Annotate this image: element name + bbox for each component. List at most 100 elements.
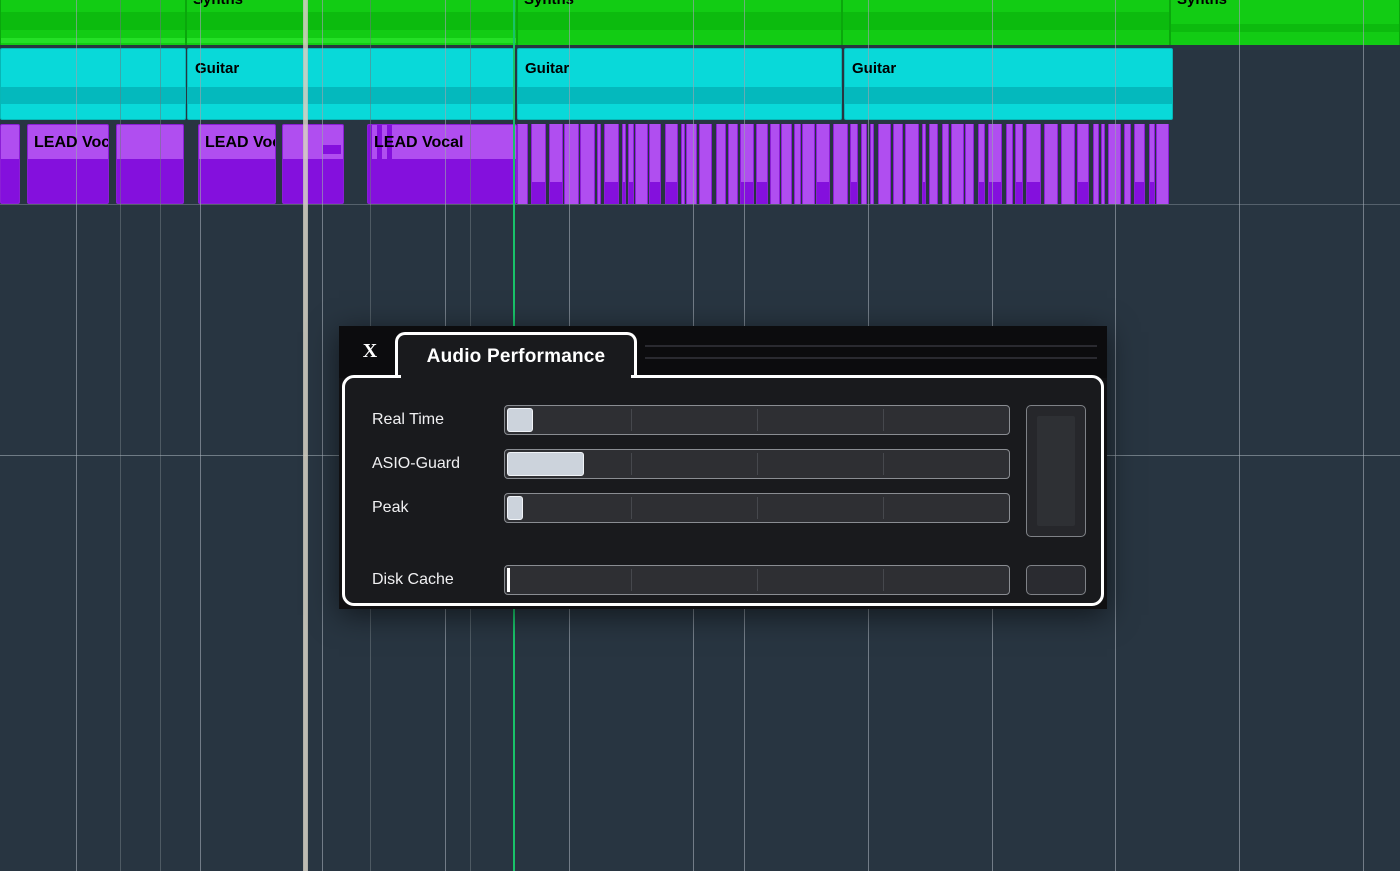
clip-lead-vocal[interactable] xyxy=(1061,124,1075,204)
clip-lead-vocal[interactable] xyxy=(628,124,634,204)
clip-waveform xyxy=(1,12,185,30)
clip-label: Synths xyxy=(524,0,574,8)
clip-lead-vocal[interactable] xyxy=(1101,124,1105,204)
clip-label: LEAD Vocal xyxy=(374,134,464,151)
clip-lead-vocal[interactable] xyxy=(699,124,712,204)
clip-lead-vocal[interactable] xyxy=(893,124,903,204)
clip-waveform xyxy=(1016,182,1022,204)
clip-lead-vocal[interactable] xyxy=(1134,124,1145,204)
clip-lead-vocal[interactable] xyxy=(861,124,867,204)
clip-synths[interactable]: Synths xyxy=(1170,0,1400,45)
clip-waveform xyxy=(843,12,1169,30)
clip-waveform-lower xyxy=(187,38,306,43)
clip-guitar[interactable]: Guitar xyxy=(517,48,842,120)
clip-lead-vocal[interactable] xyxy=(549,124,563,204)
close-icon[interactable]: X xyxy=(353,335,387,367)
clip-lead-vocal[interactable] xyxy=(517,124,528,204)
clip-lead-vocal[interactable] xyxy=(728,124,738,204)
clip-lead-vocal[interactable] xyxy=(622,124,626,204)
clip-lead-vocal[interactable] xyxy=(580,124,595,204)
clip-lead-vocal[interactable] xyxy=(878,124,891,204)
clip-synths[interactable]: Synths xyxy=(517,0,842,45)
clip-waveform xyxy=(518,12,841,30)
clip-lead-vocal[interactable] xyxy=(665,124,678,204)
clip-lead-vocal[interactable] xyxy=(951,124,964,204)
clip-lead-vocal[interactable] xyxy=(770,124,780,204)
clip-waveform xyxy=(666,182,677,204)
clip-lead-vocal[interactable] xyxy=(781,124,792,204)
clip-lead-vocal[interactable] xyxy=(564,124,579,204)
clip-lead-vocal[interactable] xyxy=(965,124,974,204)
clip-lead-vocal[interactable] xyxy=(1156,124,1169,204)
clip-lead-vocal[interactable] xyxy=(1044,124,1058,204)
audio-performance-window[interactable]: X Audio Performance Real Time ASIO-Guard… xyxy=(339,326,1107,609)
clip-lead-vocal[interactable] xyxy=(686,124,697,204)
disk-cache-indicator[interactable] xyxy=(1026,565,1086,595)
clip-lead-vocal[interactable] xyxy=(597,124,601,204)
clip-lead-vocal[interactable]: LEAD Vocal xyxy=(367,124,517,204)
meter-asio-guard[interactable] xyxy=(504,449,1010,479)
clip-lead-vocal[interactable] xyxy=(1124,124,1131,204)
clip-waveform-block xyxy=(368,125,372,203)
meter-real-time[interactable] xyxy=(504,405,1010,435)
meter-fill-disk-cache xyxy=(507,568,510,592)
clip-lead-vocal[interactable] xyxy=(1015,124,1023,204)
clip-lead-vocal[interactable] xyxy=(929,124,938,204)
clip-synths[interactable]: Synths xyxy=(186,0,307,45)
clip-lead-vocal[interactable] xyxy=(0,124,20,204)
tab-audio-performance[interactable]: Audio Performance xyxy=(395,332,637,378)
clip-lead-vocal[interactable] xyxy=(978,124,985,204)
clip-lead-vocal[interactable]: LEAD Vocal xyxy=(27,124,109,204)
clip-guitar[interactable] xyxy=(0,48,186,120)
clip-lead-vocal[interactable] xyxy=(604,124,619,204)
track-lane-synths: Synths Synths Synths xyxy=(0,0,1400,45)
clip-waveform xyxy=(199,159,275,203)
clip-lead-vocal[interactable] xyxy=(1006,124,1013,204)
clip-lead-vocal[interactable] xyxy=(681,124,685,204)
clip-synths[interactable] xyxy=(0,0,186,45)
clip-lead-vocal[interactable]: LEAD Vocal xyxy=(198,124,276,204)
clip-lead-vocal[interactable] xyxy=(635,124,648,204)
clip-lead-vocal[interactable] xyxy=(740,124,754,204)
clip-lead-vocal[interactable] xyxy=(282,124,344,204)
clip-lead-vocal[interactable] xyxy=(1108,124,1121,204)
meter-disk-cache[interactable] xyxy=(504,565,1010,595)
clip-waveform xyxy=(623,182,625,204)
clip-waveform xyxy=(605,182,618,204)
clip-lead-vocal[interactable] xyxy=(802,124,815,204)
window-titlebar[interactable]: X Audio Performance xyxy=(339,326,1107,378)
grid-line-horizontal xyxy=(0,204,1400,205)
clip-lead-vocal[interactable] xyxy=(1077,124,1089,204)
clip-lead-vocal[interactable] xyxy=(756,124,768,204)
clip-lead-vocal[interactable] xyxy=(833,124,848,204)
clip-lead-vocal[interactable] xyxy=(988,124,1002,204)
clip-lead-vocal[interactable] xyxy=(531,124,546,204)
clip-synths[interactable] xyxy=(307,0,517,45)
clip-waveform xyxy=(1078,182,1088,204)
clip-synths[interactable] xyxy=(842,0,1170,45)
clip-label: Guitar xyxy=(525,60,570,77)
meter-label-real-time: Real Time xyxy=(372,411,445,428)
clip-lead-vocal[interactable] xyxy=(816,124,830,204)
meter-peak[interactable] xyxy=(504,493,1010,523)
clip-lead-vocal[interactable] xyxy=(1149,124,1155,204)
clip-lead-vocal[interactable] xyxy=(1093,124,1099,204)
clip-lead-vocal[interactable] xyxy=(794,124,801,204)
meter-label-peak: Peak xyxy=(372,499,409,516)
clip-waveform xyxy=(532,182,545,204)
clip-lead-vocal[interactable] xyxy=(850,124,858,204)
clip-lead-vocal[interactable] xyxy=(905,124,919,204)
clip-waveform xyxy=(629,182,633,204)
clip-waveform xyxy=(188,87,513,104)
clip-lead-vocal[interactable] xyxy=(649,124,661,204)
clip-guitar[interactable]: Guitar xyxy=(844,48,1173,120)
clip-lead-vocal[interactable] xyxy=(716,124,726,204)
clip-lead-vocal[interactable] xyxy=(1026,124,1041,204)
clip-waveform-block xyxy=(323,145,341,154)
clip-lead-vocal[interactable] xyxy=(942,124,949,204)
clip-lead-vocal[interactable] xyxy=(922,124,926,204)
clip-lead-vocal[interactable] xyxy=(870,124,874,204)
clip-lead-vocal[interactable] xyxy=(116,124,184,204)
clip-waveform xyxy=(1135,182,1144,204)
clip-guitar[interactable]: Guitar xyxy=(187,48,514,120)
